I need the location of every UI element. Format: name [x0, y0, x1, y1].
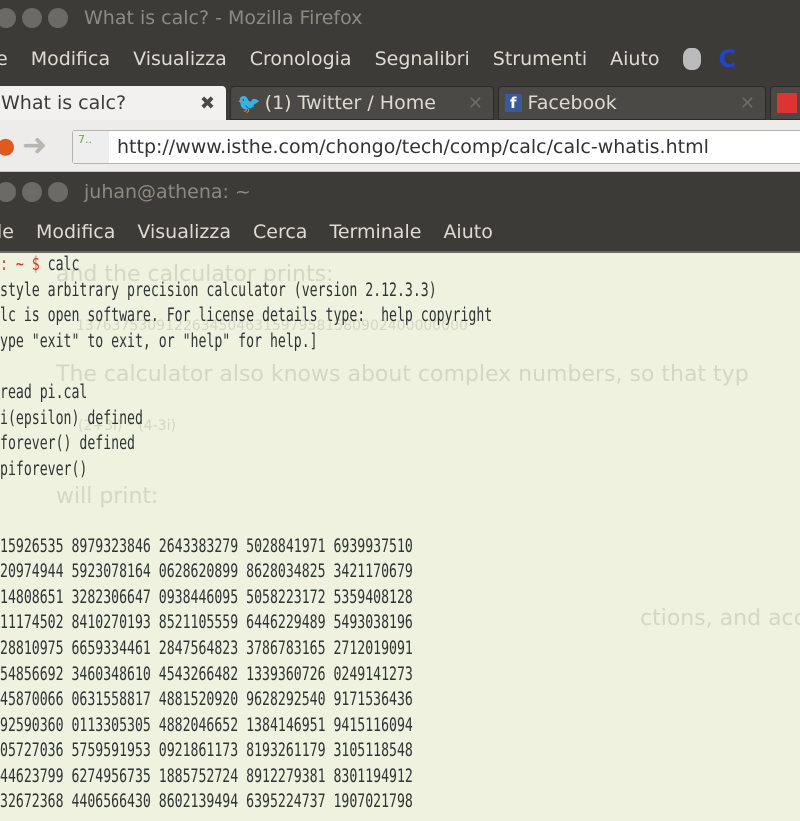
tab-more[interactable] — [770, 86, 800, 120]
close-tab-icon[interactable]: ✖ — [200, 93, 215, 114]
terminal-title: juhan@athena: ~ — [84, 181, 251, 203]
menu-terminale[interactable]: Terminale — [329, 221, 421, 243]
terminal-menubar: le Modifica Visualizza Cerca Terminale A… — [0, 212, 800, 253]
menu-modifica[interactable]: Modifica — [36, 221, 115, 243]
tab-what-is-calc[interactable]: What is calc? ✖ — [0, 86, 226, 120]
menu-aiuto[interactable]: Aiuto — [610, 48, 659, 70]
close-tab-icon[interactable]: ✕ — [740, 93, 755, 114]
maximize-terminal-button[interactable] — [48, 182, 68, 202]
extension-c-icon[interactable]: C — [719, 45, 737, 73]
tab-label: Facebook — [527, 92, 617, 114]
facebook-icon: f — [505, 94, 522, 112]
tab-facebook[interactable]: f Facebook ✕ — [498, 86, 766, 120]
command-text: calc — [39, 255, 80, 276]
maximize-window-button[interactable] — [48, 8, 68, 28]
menu-modifica[interactable]: Modifica — [31, 48, 110, 70]
minimize-window-button[interactable] — [22, 8, 42, 28]
twitter-bird-icon: 🐦 — [237, 92, 261, 115]
tab-label: (1) Twitter / Home — [264, 92, 436, 114]
site-identity-icon[interactable]: 7.. — [73, 131, 109, 163]
url-bar[interactable]: 7.. http://www.isthe.com/chongo/tech/com… — [72, 130, 800, 164]
navigation-bar: ● ➜ 7.. http://www.isthe.com/chongo/tech… — [0, 120, 800, 172]
menu-segnalibri[interactable]: Segnalibri — [375, 48, 470, 70]
window-title: What is calc? - Mozilla Firefox — [84, 7, 363, 29]
url-text[interactable]: http://www.isthe.com/chongo/tech/comp/ca… — [117, 136, 709, 158]
extension-icon[interactable] — [682, 48, 701, 70]
menu-visualizza[interactable]: Visualizza — [133, 48, 227, 70]
terminal-titlebar: juhan@athena: ~ — [0, 172, 800, 212]
firefox-titlebar: What is calc? - Mozilla Firefox — [0, 0, 800, 36]
site-favicon — [777, 93, 797, 113]
menu-strumenti[interactable]: Strumenti — [493, 48, 587, 70]
tab-bar: What is calc? ✖ 🐦 (1) Twitter / Home ✕ f… — [0, 82, 800, 120]
firefox-menubar: e Modifica Visualizza Cronologia Segnali… — [0, 36, 800, 82]
close-terminal-button[interactable] — [0, 182, 16, 202]
menu-aiuto[interactable]: Aiuto — [443, 221, 492, 243]
terminal-line: 32672368 4406566430 8602139494 639522473… — [0, 792, 413, 814]
menu-file[interactable]: le — [0, 221, 14, 243]
menu-cronologia[interactable]: Cronologia — [250, 48, 352, 70]
minimize-terminal-button[interactable] — [22, 182, 42, 202]
close-window-button[interactable] — [0, 8, 16, 28]
tab-label: What is calc? — [1, 92, 127, 114]
close-tab-icon[interactable]: ✕ — [468, 93, 483, 114]
menu-visualizza[interactable]: Visualizza — [137, 221, 231, 243]
menu-cerca[interactable]: Cerca — [253, 221, 307, 243]
tab-twitter[interactable]: 🐦 (1) Twitter / Home ✕ — [230, 86, 494, 120]
back-icon[interactable]: ● — [0, 134, 15, 159]
shell-prompt: : ~ $ — [0, 255, 40, 276]
terminal-output[interactable]: : ~ $ calc style arbitrary precision cal… — [0, 253, 800, 816]
menu-file[interactable]: e — [0, 48, 8, 70]
forward-icon[interactable]: ➜ — [22, 128, 47, 163]
